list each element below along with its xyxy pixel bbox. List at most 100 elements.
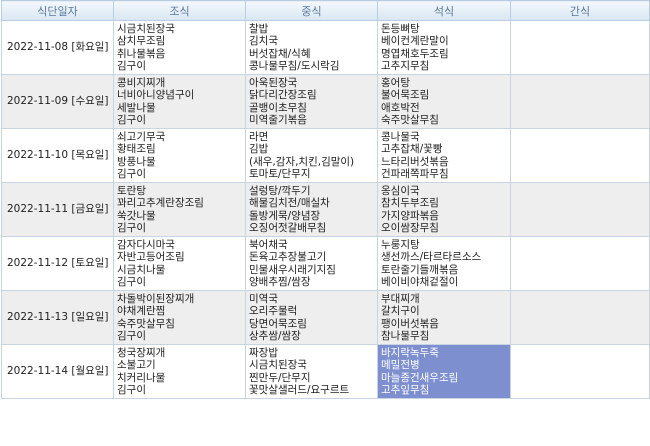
menu-item: 삼치무조림 bbox=[117, 35, 166, 47]
menu-item: 김구이 bbox=[117, 168, 146, 180]
menu-item: 차돌박이된장찌개 bbox=[117, 292, 195, 305]
menu-cell-snack[interactable] bbox=[510, 344, 650, 399]
menu-item: 오징어젓갈배무침 bbox=[249, 222, 327, 234]
menu-item: 김구이 bbox=[117, 276, 146, 288]
menu-cell-lunch[interactable]: 라면 김밥 (새우,감자,치킨,김말이) 토마토/단무지 bbox=[245, 128, 378, 183]
menu-cell-breakfast[interactable]: 쇠고기무국 황태조림 방풍나물 김구이 bbox=[113, 128, 246, 183]
menu-item: 미역국 bbox=[249, 292, 278, 305]
menu-item: 콩비지찌개 bbox=[117, 76, 166, 89]
header-row: 식단일자 조식 중식 석식 간식 bbox=[1, 0, 650, 21]
menu-item: 설렁탕/깍두기 bbox=[249, 184, 311, 197]
menu-cell-breakfast[interactable]: 청국장찌개 소불고기 치커리나물 김구이 bbox=[113, 344, 246, 399]
menu-item: 아욱된장국 bbox=[249, 76, 298, 89]
table-row: 2022-11-09 [수요일] 콩비지찌개 너비아니양념구이 세발나물 김구이 아욱된장… bbox=[1, 74, 650, 129]
menu-item: 참나물무침 bbox=[381, 330, 430, 342]
menu-item: 명엽채호두조림 bbox=[381, 47, 449, 60]
menu-date: 2022-11-11 [금요일] bbox=[1, 182, 114, 237]
table-row: 2022-11-10 [목요일] 쇠고기무국 황태조림 방풍나물 김구이 라면 김밥 (새우,… bbox=[1, 128, 650, 183]
menu-item: 김구이 bbox=[117, 384, 146, 396]
menu-item: 베이컨계란말이 bbox=[381, 35, 449, 47]
menu-cell-snack[interactable] bbox=[510, 236, 650, 291]
menu-cell-breakfast[interactable]: 감자다시마국 자반고등어조림 시금치나물 김구이 bbox=[113, 236, 246, 291]
menu-item: 돈육고추장불고기 bbox=[249, 251, 327, 263]
menu-item: 애호박전 bbox=[381, 101, 420, 114]
menu-item: 민물새우시래기지짐 bbox=[249, 263, 336, 276]
menu-date: 2022-11-14 [월요일] bbox=[1, 344, 114, 399]
menu-item: 팽이버섯볶음 bbox=[381, 317, 439, 330]
menu-cell-snack[interactable] bbox=[510, 128, 650, 183]
menu-cell-snack[interactable] bbox=[510, 290, 650, 345]
menu-item: 라면 bbox=[249, 130, 269, 143]
menu-item: 숙주맛살무침 bbox=[381, 114, 439, 126]
menu-cell-snack[interactable] bbox=[510, 182, 650, 237]
menu-cell-dinner[interactable]: 돈등뼈탕 베이컨계란말이 명엽채호두조림 고추지무침 bbox=[377, 20, 511, 75]
menu-item: 황태조림 bbox=[117, 143, 156, 155]
menu-item: 너비아니양념구이 bbox=[117, 89, 195, 101]
header-lunch: 중식 bbox=[245, 0, 378, 21]
menu-item: 콩나물무침/도시락김 bbox=[249, 60, 340, 72]
menu-item: 생선까스/타르타르소스 bbox=[381, 251, 482, 263]
menu-item: 숙주맛살무침 bbox=[117, 317, 175, 330]
menu-item: 시금치나물 bbox=[117, 263, 166, 276]
menu-item: 야채계란찜 bbox=[117, 305, 166, 317]
header-snack: 간식 bbox=[510, 0, 650, 21]
menu-date: 2022-11-12 [토요일] bbox=[1, 236, 114, 291]
menu-item: 꽈리고추계란장조림 bbox=[117, 197, 204, 209]
menu-item: 느타리버섯볶음 bbox=[381, 155, 449, 168]
menu-cell-dinner[interactable]: 홍어탕 불어묵조림 애호박전 숙주맛살무침 bbox=[377, 74, 511, 129]
menu-cell-dinner[interactable]: 콩나물국 고추잡채/꽃빵 느타리버섯볶음 건파래쪽파무침 bbox=[377, 128, 511, 183]
menu-item: 김구이 bbox=[117, 60, 146, 72]
menu-cell-dinner[interactable]: 부대찌개 갈치구이 팽이버섯볶음 참나물무침 bbox=[377, 290, 511, 345]
menu-item: 해물김치전/매실차 bbox=[249, 197, 330, 209]
menu-item: 취나물볶음 bbox=[117, 47, 166, 60]
menu-cell-dinner[interactable]: 옹심이국 참치두부조림 가지양파볶음 오이쌈장무침 bbox=[377, 182, 511, 237]
menu-item: 짜장밥 bbox=[249, 346, 278, 359]
menu-cell-lunch[interactable]: 짜장밥 시금치된장국 찐만두/단무지 꽃맛살샐러드/요구르트 bbox=[245, 344, 378, 399]
table-row: 2022-11-12 [토요일] 감자다시마국 자반고등어조림 시금치나물 김구이 북어채… bbox=[1, 236, 650, 291]
header-breakfast: 조식 bbox=[113, 0, 246, 21]
menu-item: 고추잎무침 bbox=[381, 384, 430, 396]
menu-date: 2022-11-13 [일요일] bbox=[1, 290, 114, 345]
table-row: 2022-11-08 [화요일] 시금치된장국 삼치무조림 취나물볶음 김구이 찰밥 김치국… bbox=[1, 20, 650, 75]
menu-cell-lunch[interactable]: 찰밥 김치국 버섯잡채/식혜 콩나물무침/도시락김 bbox=[245, 20, 378, 75]
menu-cell-breakfast[interactable]: 콩비지찌개 너비아니양념구이 세발나물 김구이 bbox=[113, 74, 246, 129]
menu-cell-dinner[interactable]: 누룽지탕 생선까스/타르타르소스 토란줄기들깨볶음 베이비야채겉절이 bbox=[377, 236, 511, 291]
menu-item: 김구이 bbox=[117, 330, 146, 342]
menu-item: 찰밥 bbox=[249, 22, 269, 35]
menu-cell-lunch[interactable]: 설렁탕/깍두기 해물김치전/매실차 돌방게묵/양념장 오징어젓갈배무침 bbox=[245, 182, 378, 237]
menu-item: 자반고등어조림 bbox=[117, 251, 185, 263]
menu-item: 마늘종건새우조림 bbox=[381, 371, 459, 384]
menu-item: 김밥 bbox=[249, 143, 269, 155]
menu-item: 상추쌈/쌈장 bbox=[249, 330, 301, 342]
table-row: 2022-11-14 [월요일] 청국장찌개 소불고기 치커리나물 김구이 짜장밥 시금치된… bbox=[1, 344, 650, 399]
menu-item: 베이비야채겉절이 bbox=[381, 276, 459, 288]
menu-cell-dinner[interactable]: 바지락녹두죽 메밀전병 마늘종건새우조림 고추잎무침 bbox=[377, 344, 511, 399]
menu-item: 방풍나물 bbox=[117, 155, 156, 168]
menu-item: 버섯잡채/식혜 bbox=[249, 47, 311, 60]
menu-item: 북어채국 bbox=[249, 238, 288, 251]
menu-cell-snack[interactable] bbox=[510, 20, 650, 75]
menu-item: 미역줄기볶음 bbox=[249, 114, 307, 126]
menu-item: 소불고기 bbox=[117, 359, 156, 371]
menu-cell-lunch[interactable]: 북어채국 돈육고추장불고기 민물새우시래기지짐 양배추찜/쌈장 bbox=[245, 236, 378, 291]
menu-item: 오이쌈장무침 bbox=[381, 222, 439, 234]
menu-cell-breakfast[interactable]: 차돌박이된장찌개 야채계란찜 숙주맛살무침 김구이 bbox=[113, 290, 246, 345]
menu-item: 골뱅이초무침 bbox=[249, 101, 307, 114]
menu-cell-breakfast[interactable]: 토란탕 꽈리고추계란장조림 쑥갓나물 김구이 bbox=[113, 182, 246, 237]
menu-cell-snack[interactable] bbox=[510, 74, 650, 129]
menu-item: 바지락녹두죽 bbox=[381, 346, 439, 359]
menu-item: 부대찌개 bbox=[381, 292, 420, 305]
menu-item: 불어묵조림 bbox=[381, 89, 430, 101]
table-row: 2022-11-11 [금요일] 토란탕 꽈리고추계란장조림 쑥갓나물 김구이 설렁탕/깍… bbox=[1, 182, 650, 237]
menu-item: 토란줄기들깨볶음 bbox=[381, 263, 459, 276]
menu-item: 김치국 bbox=[249, 35, 278, 47]
menu-item: 가지양파볶음 bbox=[381, 209, 439, 222]
menu-cell-lunch[interactable]: 미역국 오리주물럭 당면어묵조림 상추쌈/쌈장 bbox=[245, 290, 378, 345]
menu-item: 돈등뼈탕 bbox=[381, 22, 420, 35]
menu-item: 토란탕 bbox=[117, 184, 146, 197]
menu-cell-lunch[interactable]: 아욱된장국 닭다리간장조림 골뱅이초무침 미역줄기볶음 bbox=[245, 74, 378, 129]
menu-item: 콩나물국 bbox=[381, 130, 420, 143]
menu-item: 감자다시마국 bbox=[117, 238, 175, 251]
menu-cell-breakfast[interactable]: 시금치된장국 삼치무조림 취나물볶음 김구이 bbox=[113, 20, 246, 75]
menu-item: 누룽지탕 bbox=[381, 238, 420, 251]
